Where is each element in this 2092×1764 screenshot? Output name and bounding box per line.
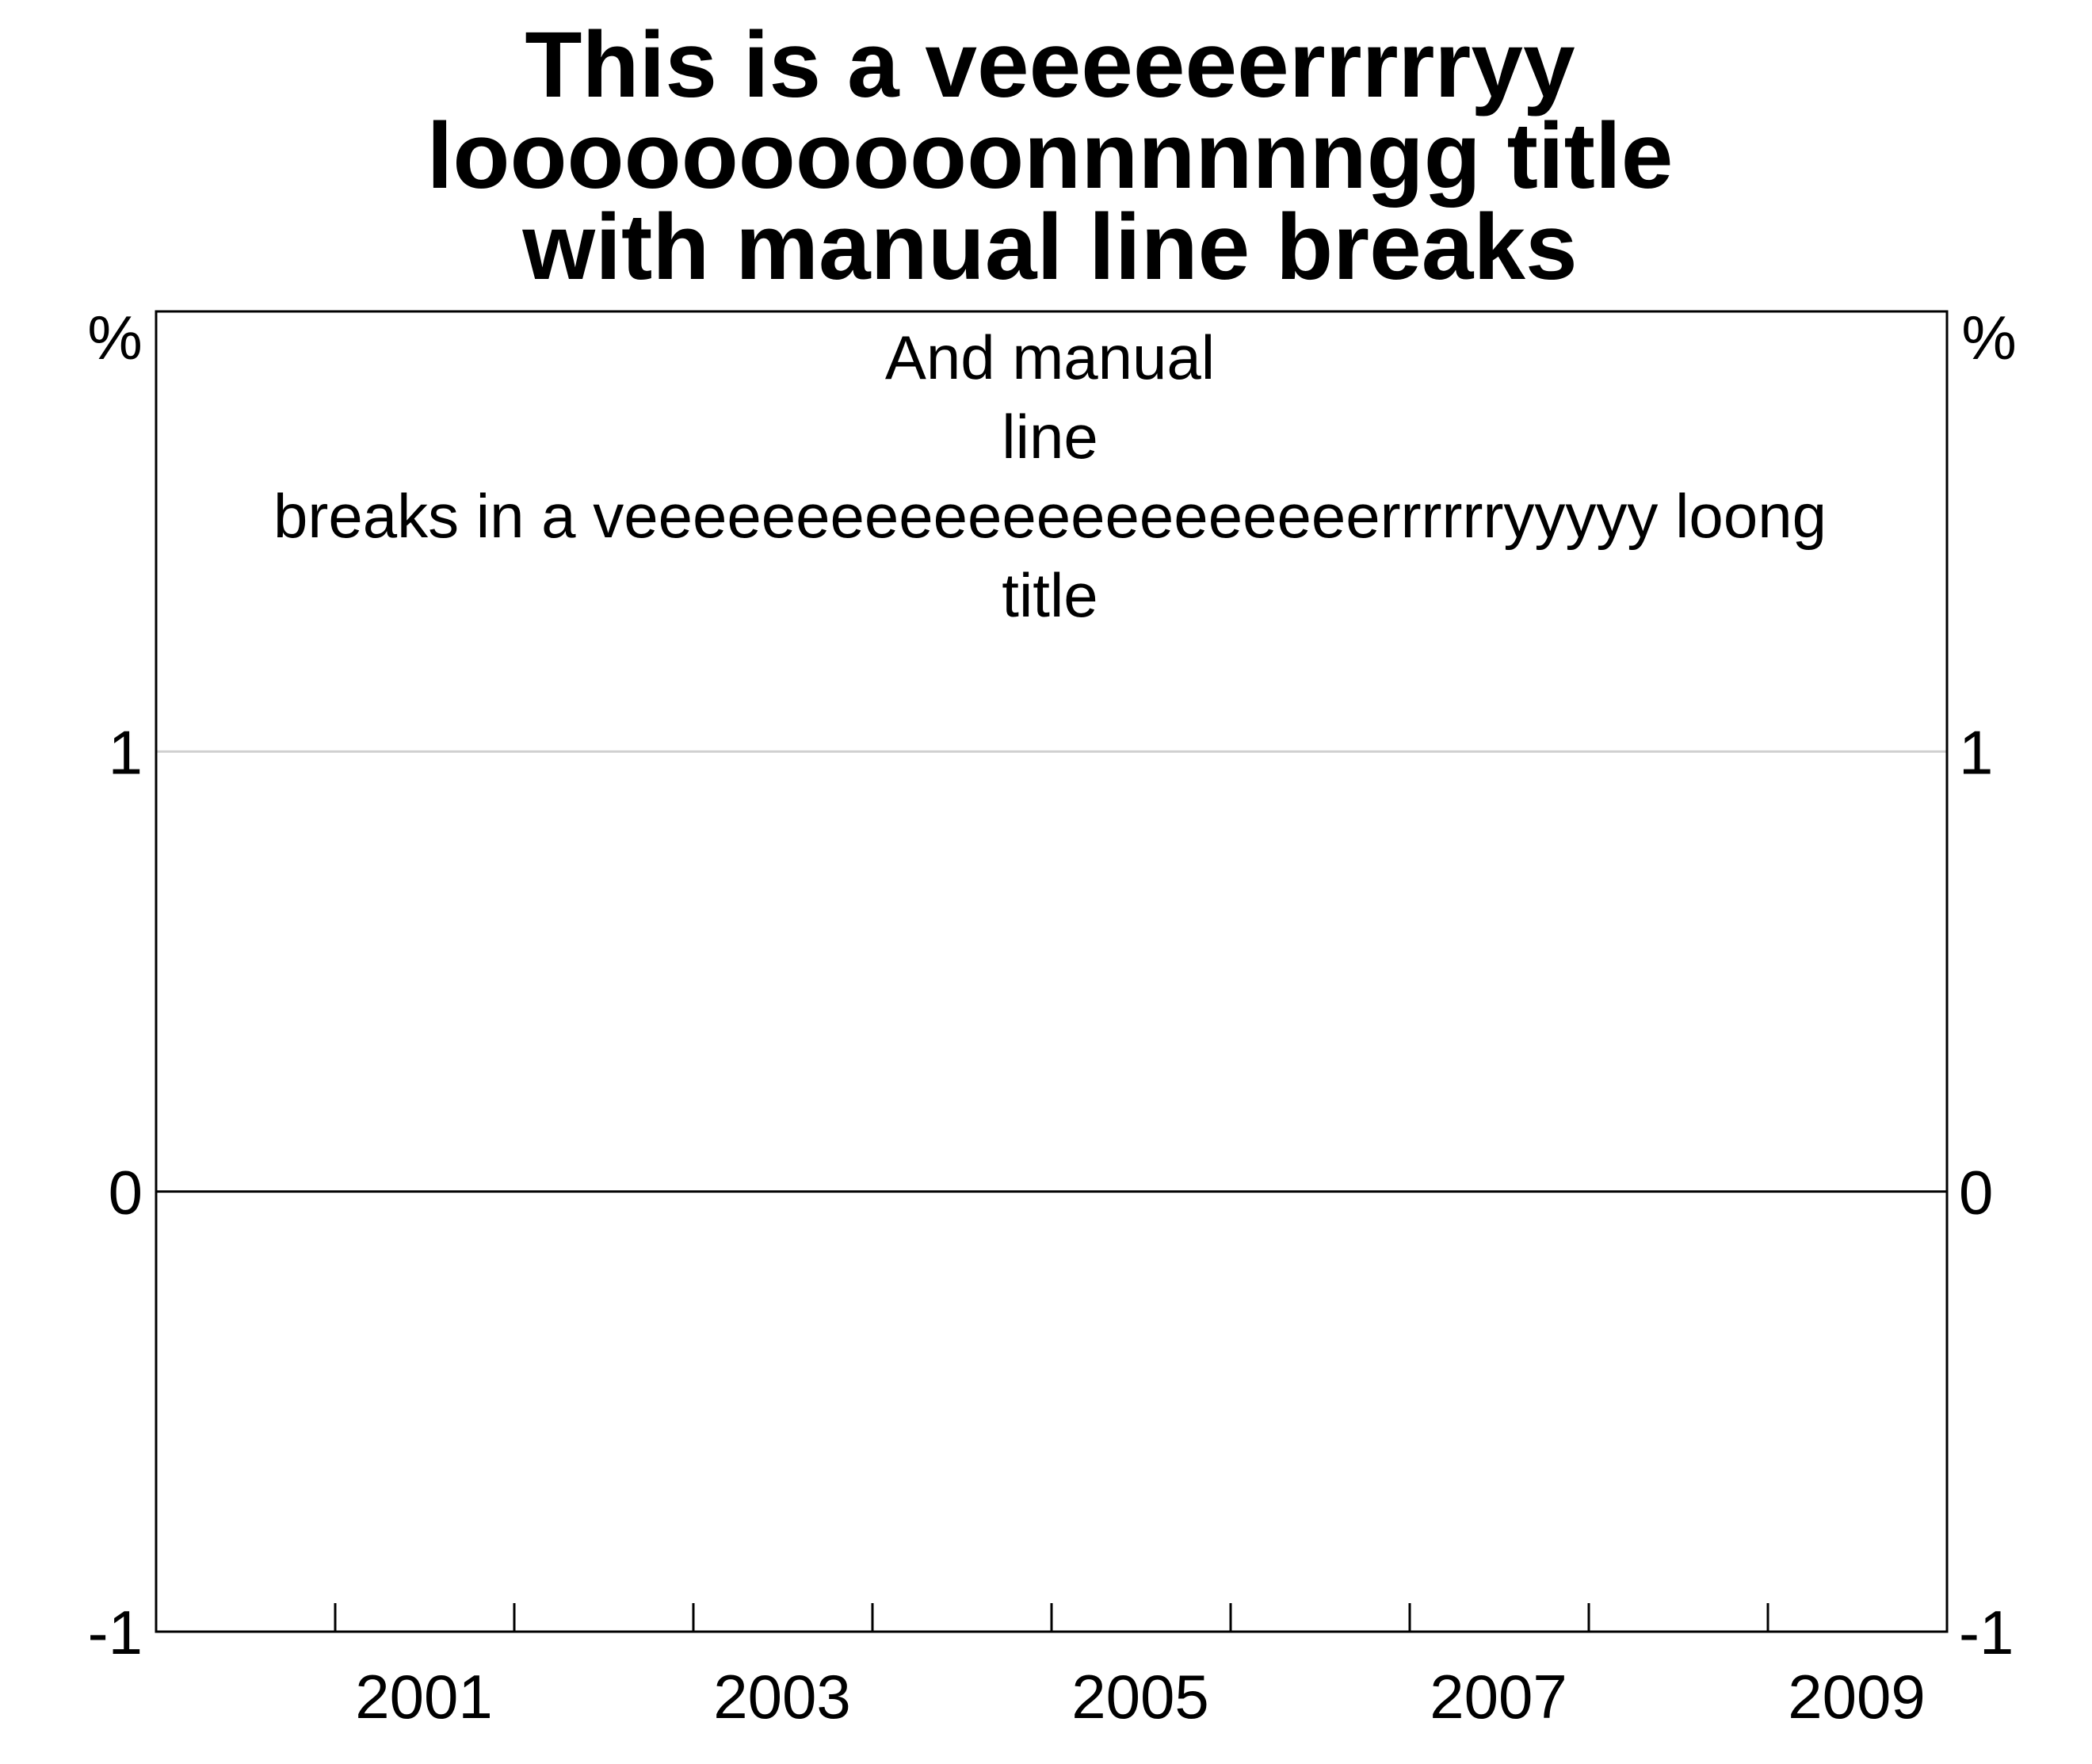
chart: This is a veeeeeerrrrryy loooooooooonnnn… [0,0,2092,1760]
right-unit-label: % [1961,303,2016,372]
left-unit-label: % [87,303,142,372]
chart-title-line: loooooooooonnnnnngg title [427,104,1674,208]
axes: -1 -1 0 0 1 1 2001 2003 2005 2007 2009 [88,717,2014,1732]
gridlines [156,750,1947,1193]
y-tick-label-left: -1 [88,1598,143,1667]
chart-title-line: with manual line breaks [521,195,1577,300]
chart-subtitle-line: And manual [885,323,1215,392]
x-tick-label: 2003 [713,1662,851,1732]
chart-subtitle-line: line [1002,402,1098,472]
chart-subtitle: And manual line breaks in a veeeeeeeeeee… [273,323,1827,630]
x-tick-label: 2005 [1071,1662,1209,1732]
chart-subtitle-line: title [1002,560,1098,630]
y-tick-label-right: 1 [1959,717,1993,787]
x-tick-label: 2009 [1788,1662,1926,1732]
chart-title-line: This is a veeeeeerrrrryy [525,13,1575,117]
x-tick-label: 2001 [355,1662,493,1732]
y-tick-label-left: 0 [109,1158,143,1228]
y-tick-label-right: -1 [1959,1598,2014,1667]
y-tick-label-left: 1 [109,717,143,787]
chart-svg: This is a veeeeeerrrrryy loooooooooonnnn… [87,13,2016,1732]
chart-title: This is a veeeeeerrrrryy loooooooooonnnn… [427,13,1674,300]
x-tick-label: 2007 [1430,1662,1567,1732]
y-tick-label-right: 0 [1959,1158,1993,1228]
chart-subtitle-line: breaks in a veeeeeeeeeeeeeeeeeeeeeerrrrr… [273,481,1827,551]
